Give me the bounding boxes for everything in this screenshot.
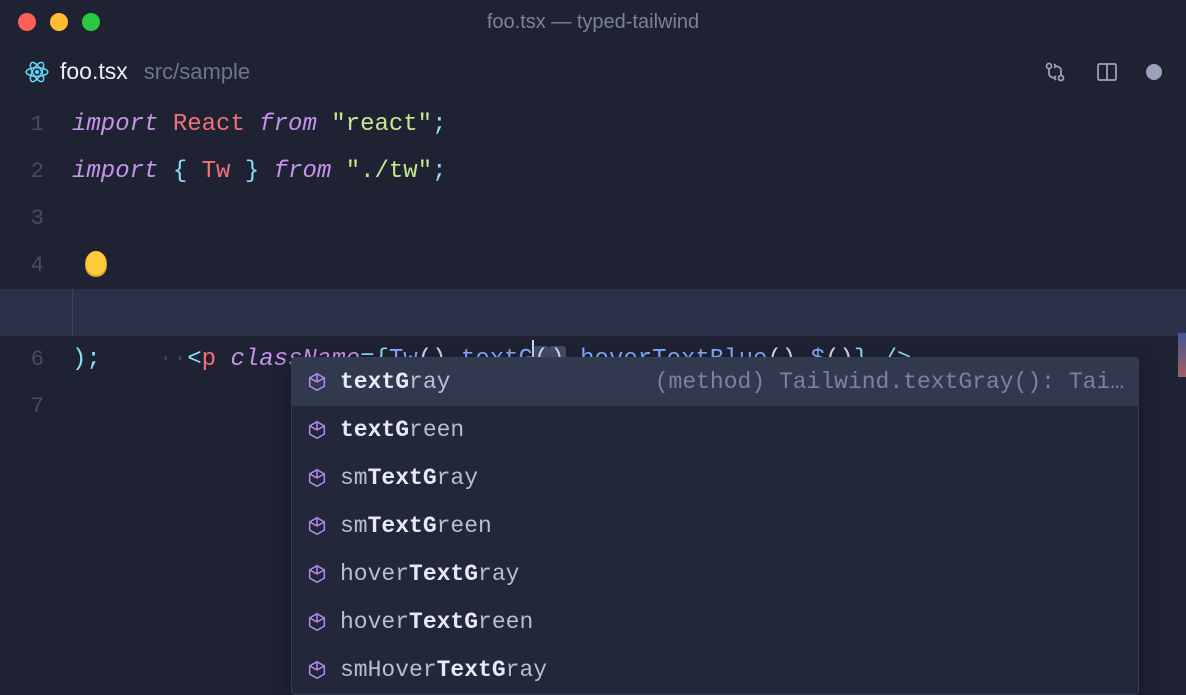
line-number: 7 — [0, 383, 44, 430]
method-icon — [306, 659, 328, 681]
close-window-button[interactable] — [18, 13, 36, 31]
active-tab[interactable]: foo.tsx src/sample — [24, 58, 250, 85]
line-number: 4 — [0, 242, 44, 289]
punct: { — [173, 158, 202, 185]
title-bar: foo.tsx — typed-tailwind — [0, 0, 1186, 44]
window-controls — [18, 13, 100, 31]
code-line[interactable] — [72, 195, 1186, 242]
suggestion-label: hoverTextGray — [340, 561, 519, 587]
line-number: 1 — [0, 101, 44, 148]
suggestion-item[interactable]: hoverTextGreen — [292, 598, 1138, 646]
line-number: 3 — [0, 195, 44, 242]
code-line[interactable]: export const Foo = () => ( — [72, 242, 1186, 289]
unsaved-indicator-icon[interactable] — [1146, 64, 1162, 80]
window-title: foo.tsx — typed-tailwind — [0, 11, 1186, 34]
string: "./tw" — [346, 158, 432, 185]
keyword: from — [259, 111, 317, 138]
minimize-window-button[interactable] — [50, 13, 68, 31]
tab-filepath: src/sample — [144, 59, 250, 85]
method-icon — [306, 371, 328, 393]
line-number: 6 — [0, 336, 44, 383]
keyword: from — [274, 158, 332, 185]
suggestion-label: smHoverTextGray — [340, 657, 547, 683]
react-file-icon — [24, 59, 50, 85]
indent-guide — [72, 289, 73, 336]
suggestion-item[interactable]: smTextGreen — [292, 502, 1138, 550]
suggestion-detail: (method) Tailwind.textGray(): Tai… — [655, 369, 1124, 395]
method-icon — [306, 563, 328, 585]
method-icon — [306, 467, 328, 489]
keyword: import — [72, 158, 158, 185]
line-number: 2 — [0, 148, 44, 195]
identifier: React — [173, 111, 245, 138]
punct: ; — [432, 158, 446, 185]
keyword: import — [72, 111, 158, 138]
maximize-window-button[interactable] — [82, 13, 100, 31]
lightbulb-icon[interactable] — [86, 251, 106, 275]
suggestion-label: hoverTextGreen — [340, 609, 533, 635]
suggestion-label: smTextGray — [340, 465, 478, 491]
suggestion-label: smTextGreen — [340, 513, 492, 539]
code-line[interactable]: import React from "react"; — [72, 101, 1186, 148]
suggestion-item[interactable]: textGreen — [292, 406, 1138, 454]
line-number-gutter: 1 2 3 4 5 6 7 — [0, 101, 72, 430]
intellisense-popup[interactable]: textGray (method) Tailwind.textGray(): T… — [291, 357, 1139, 695]
suggestion-item-selected[interactable]: textGray (method) Tailwind.textGray(): T… — [292, 358, 1138, 406]
method-icon — [306, 419, 328, 441]
string: "react" — [331, 111, 432, 138]
method-icon — [306, 611, 328, 633]
code-line-active[interactable]: ··<p className={Tw().textG().hoverTextBl… — [72, 289, 1186, 336]
suggestion-item[interactable]: hoverTextGray — [292, 550, 1138, 598]
split-editor-icon[interactable] — [1094, 59, 1120, 85]
identifier: Tw — [202, 158, 231, 185]
git-compare-icon[interactable] — [1042, 59, 1068, 85]
tab-filename: foo.tsx — [60, 58, 128, 85]
code-line[interactable]: import { Tw } from "./tw"; — [72, 148, 1186, 195]
editor-tab-bar: foo.tsx src/sample — [0, 44, 1186, 101]
punct: } — [230, 158, 259, 185]
punct: ); — [72, 346, 101, 373]
overview-ruler[interactable] — [1178, 333, 1186, 377]
suggestion-label: textGreen — [340, 417, 464, 443]
method-icon — [306, 515, 328, 537]
punct: ; — [432, 111, 446, 138]
suggestion-item[interactable]: smHoverTextGray — [292, 646, 1138, 694]
suggestion-label: textGray — [340, 369, 450, 395]
suggestion-item[interactable]: smTextGray — [292, 454, 1138, 502]
